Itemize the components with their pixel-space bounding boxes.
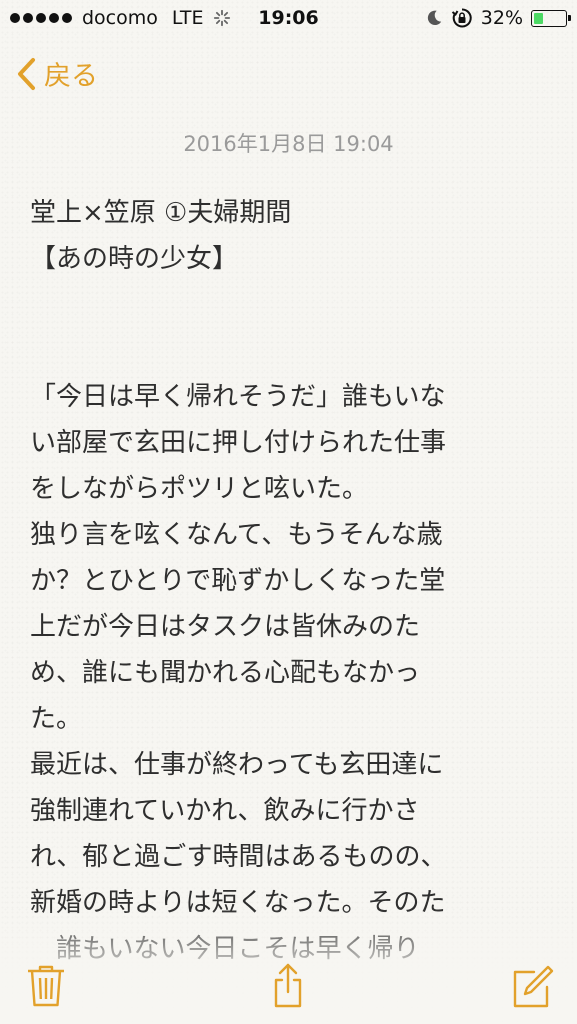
battery-icon [531,9,571,27]
bottom-toolbar [0,908,577,1024]
note-line: 独り言を呟くなんて、もうそんな歳 [30,520,443,550]
note-line: 【あの時の少女】 [30,244,239,274]
note-line: 堂上×笠原 ①夫婦期間 [30,198,292,228]
note-line: れ、郁と過ごす時間はあるものの、 [30,842,447,872]
status-right: 32% [425,7,571,29]
share-button[interactable] [266,962,310,1010]
note-line: をしながらポツリと呟いた。 [30,474,369,504]
battery-percentage: 32% [480,7,523,29]
compose-button[interactable] [510,962,554,1010]
note-line: 「今日は早く帰れそうだ」誰もいな [30,382,446,412]
share-icon [274,963,302,1008]
battery-fill [534,12,543,24]
note-line [30,328,555,374]
compose-icon [513,965,554,1008]
note-line: か？とひとりで恥ずかしくなった堂 [30,566,446,596]
trash-icon [28,965,64,1007]
note-line: い部屋で玄田に押し付けられた仕事 [30,428,447,458]
status-bar: docomo LTE 19:06 32% [0,0,577,40]
moon-icon [427,10,441,26]
note-line: 強制連れていかれ、飲みに行かさ [30,796,420,826]
trash-button[interactable] [24,962,68,1010]
note-line: 最近は、仕事が終わっても玄田達に [30,750,444,780]
note-line [30,282,555,328]
rotation-lock-icon [451,8,472,28]
back-button[interactable]: 戻る [16,54,98,93]
note-line: め、誰にも聞かれる心配もなかっ [30,658,421,688]
chevron-left-icon [18,57,35,90]
note-date: 2016年1月8日 19:04 [183,132,394,156]
note-line: 上だが今日はタスクは皆休みのた [30,612,421,642]
back-label: 戻る [44,61,98,92]
note-line: た。 [30,704,83,734]
note-body[interactable]: 堂上×笠原 ①夫婦期間 【あの時の少女】「今日は早く帰れそうだ」誰もいな い部屋で玄… [30,190,555,972]
